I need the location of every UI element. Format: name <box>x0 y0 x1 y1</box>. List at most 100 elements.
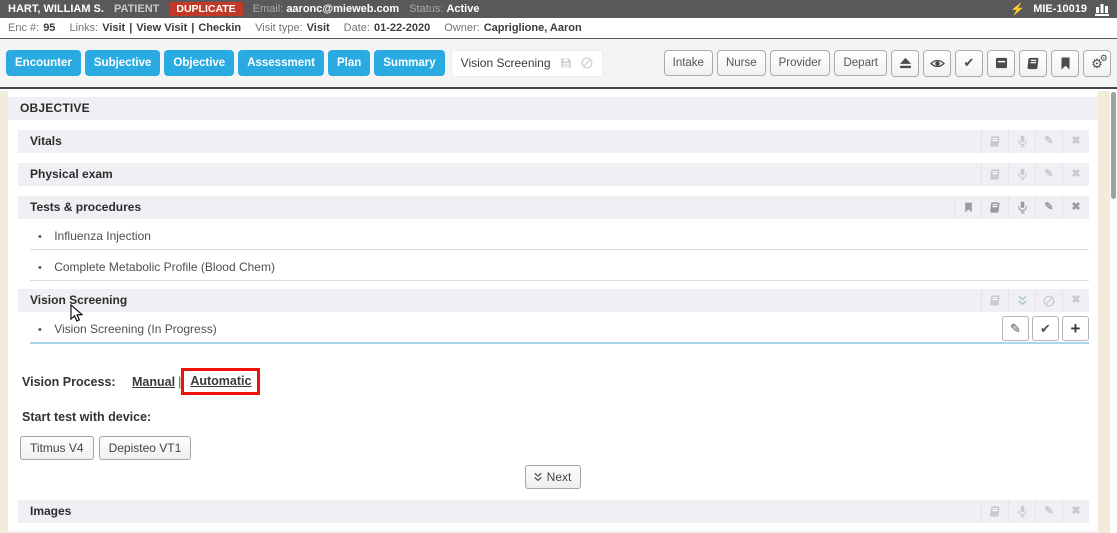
objective-section-header: OBJECTIVE <box>8 97 1098 120</box>
encounter-owner: Capriglione, Aaron <box>484 22 582 34</box>
status-label: Status: <box>409 3 443 15</box>
enc-number: 95 <box>43 22 55 34</box>
copy-book-icon[interactable] <box>981 500 1008 523</box>
close-icon[interactable]: ✖ <box>1062 289 1089 312</box>
save-icon[interactable] <box>560 57 572 69</box>
microphone-icon[interactable] <box>1008 196 1035 219</box>
microphone-icon[interactable] <box>1008 163 1035 186</box>
next-row: Next <box>8 465 1098 489</box>
check-button[interactable]: ✔ <box>955 50 983 77</box>
visit-type: Visit <box>307 22 330 34</box>
book-button[interactable] <box>1019 50 1047 77</box>
add-plus-button[interactable]: + <box>1062 316 1089 341</box>
visit-type-label: Visit type: <box>255 22 303 34</box>
tab-subjective[interactable]: Subjective <box>85 50 161 76</box>
edit-pencil-icon[interactable]: ✎ <box>1035 500 1062 523</box>
depart-button[interactable]: Depart <box>834 50 887 76</box>
patient-type-label: PATIENT <box>114 3 159 15</box>
device-titmus-button[interactable]: Titmus V4 <box>20 436 94 460</box>
bar-chart-icon[interactable] <box>1095 2 1109 16</box>
copy-book-icon[interactable] <box>981 163 1008 186</box>
automatic-highlight-box: Automatic <box>181 368 260 395</box>
physical-exam-section-header[interactable]: Physical exam ✎ ✖ <box>18 163 1089 186</box>
nurse-button[interactable]: Nurse <box>717 50 766 76</box>
complete-check-button[interactable]: ✔ <box>1032 316 1059 341</box>
bookmark-button[interactable] <box>1051 50 1079 77</box>
eject-button[interactable] <box>891 50 919 77</box>
tab-objective[interactable]: Objective <box>164 50 234 76</box>
close-icon[interactable]: ✖ <box>1062 130 1089 153</box>
copy-book-icon[interactable] <box>981 196 1008 219</box>
test-item-metabolic-profile[interactable]: • Complete Metabolic Profile (Blood Chem… <box>30 250 1089 281</box>
next-button[interactable]: Next <box>525 465 582 489</box>
email-label: Email: <box>253 3 284 15</box>
images-section-header[interactable]: Images ✎ ✖ <box>18 500 1089 523</box>
current-section-title: Vision Screening <box>461 56 551 70</box>
eye-button[interactable] <box>923 50 951 77</box>
double-chevron-down-icon <box>533 472 543 482</box>
encounter-info-bar: Enc #: 95 Links: Visit | View Visit | Ch… <box>0 18 1117 39</box>
provider-button[interactable]: Provider <box>770 50 831 76</box>
scrollbar-thumb[interactable] <box>1111 92 1116 199</box>
tab-assessment[interactable]: Assessment <box>238 50 324 76</box>
device-buttons-row: Titmus V4 Depisteo VT1 <box>20 436 1098 460</box>
patient-header-bar: HART, WILLIAM S. PATIENT DUPLICATE Email… <box>0 0 1117 18</box>
bookmark-icon[interactable] <box>954 196 981 219</box>
copy-book-icon[interactable] <box>981 289 1008 312</box>
owner-label: Owner: <box>444 22 479 34</box>
tab-summary[interactable]: Summary <box>374 50 444 76</box>
patient-name: HART, WILLIAM S. <box>8 3 104 15</box>
vision-process-label: Vision Process: <box>22 375 132 389</box>
vision-item-label: Vision Screening (In Progress) <box>54 322 217 336</box>
start-test-label: Start test with device: <box>22 410 1098 424</box>
vitals-section-header[interactable]: Vitals ✎ ✖ <box>18 130 1089 153</box>
manual-link[interactable]: Manual <box>132 375 175 389</box>
close-icon[interactable]: ✖ <box>1062 163 1089 186</box>
current-section-box: Vision Screening <box>451 50 603 77</box>
intake-button[interactable]: Intake <box>664 50 713 76</box>
test-item-influenza[interactable]: • Influenza Injection <box>30 219 1089 250</box>
link-view-visit[interactable]: View Visit <box>136 22 187 34</box>
cancel-circle-icon[interactable] <box>581 57 593 69</box>
disable-circle-icon[interactable] <box>1035 289 1062 312</box>
edit-pencil-icon[interactable]: ✎ <box>1035 163 1062 186</box>
edit-pencil-button[interactable]: ✎ <box>1002 316 1029 341</box>
encounter-date: 01-22-2020 <box>374 22 430 34</box>
edit-pencil-icon[interactable]: ✎ <box>1035 196 1062 219</box>
collapse-chevrons-icon[interactable] <box>1008 289 1035 312</box>
vision-screening-item[interactable]: • Vision Screening (In Progress) ✎ ✔ + <box>30 312 1089 344</box>
tests-procedures-title: Tests & procedures <box>30 200 141 214</box>
bullet: • <box>38 324 42 336</box>
tab-encounter[interactable]: Encounter <box>6 50 81 76</box>
close-icon[interactable]: ✖ <box>1062 500 1089 523</box>
settings-gears-button[interactable]: ⚙⚙ <box>1083 50 1111 77</box>
microphone-icon[interactable] <box>1008 500 1035 523</box>
automatic-link[interactable]: Automatic <box>190 374 251 388</box>
vision-screening-section-header[interactable]: Vision Screening ✖ <box>18 289 1089 312</box>
link-checkin[interactable]: Checkin <box>198 22 241 34</box>
chart-content: OBJECTIVE Vitals ✎ ✖ Physical exam ✎ ✖ T… <box>8 91 1098 533</box>
copy-book-icon[interactable] <box>981 130 1008 153</box>
bullet: • <box>38 231 42 243</box>
links-separator: | <box>191 22 194 34</box>
duplicate-badge[interactable]: DUPLICATE <box>169 2 242 16</box>
links-separator: | <box>129 22 132 34</box>
close-icon[interactable]: ✖ <box>1062 196 1089 219</box>
vitals-title: Vitals <box>30 134 62 148</box>
next-button-label: Next <box>547 470 572 484</box>
images-title: Images <box>30 504 71 518</box>
tests-procedures-section-header[interactable]: Tests & procedures ✎ ✖ <box>18 196 1089 219</box>
microphone-icon[interactable] <box>1008 130 1035 153</box>
device-depisteo-button[interactable]: Depisteo VT1 <box>99 436 192 460</box>
lightning-icon[interactable]: ⚡ <box>1010 2 1025 16</box>
archive-button[interactable] <box>987 50 1015 77</box>
patient-status: Active <box>446 3 479 15</box>
link-visit[interactable]: Visit <box>102 22 125 34</box>
webchart-encounter-page: HART, WILLIAM S. PATIENT DUPLICATE Email… <box>0 0 1117 533</box>
tab-plan[interactable]: Plan <box>328 50 370 76</box>
physical-exam-title: Physical exam <box>30 167 113 181</box>
edit-pencil-icon[interactable]: ✎ <box>1035 130 1062 153</box>
enc-number-label: Enc #: <box>8 22 39 34</box>
patient-email: aaronc@mieweb.com <box>286 3 399 15</box>
system-id: MIE-10019 <box>1033 3 1087 15</box>
